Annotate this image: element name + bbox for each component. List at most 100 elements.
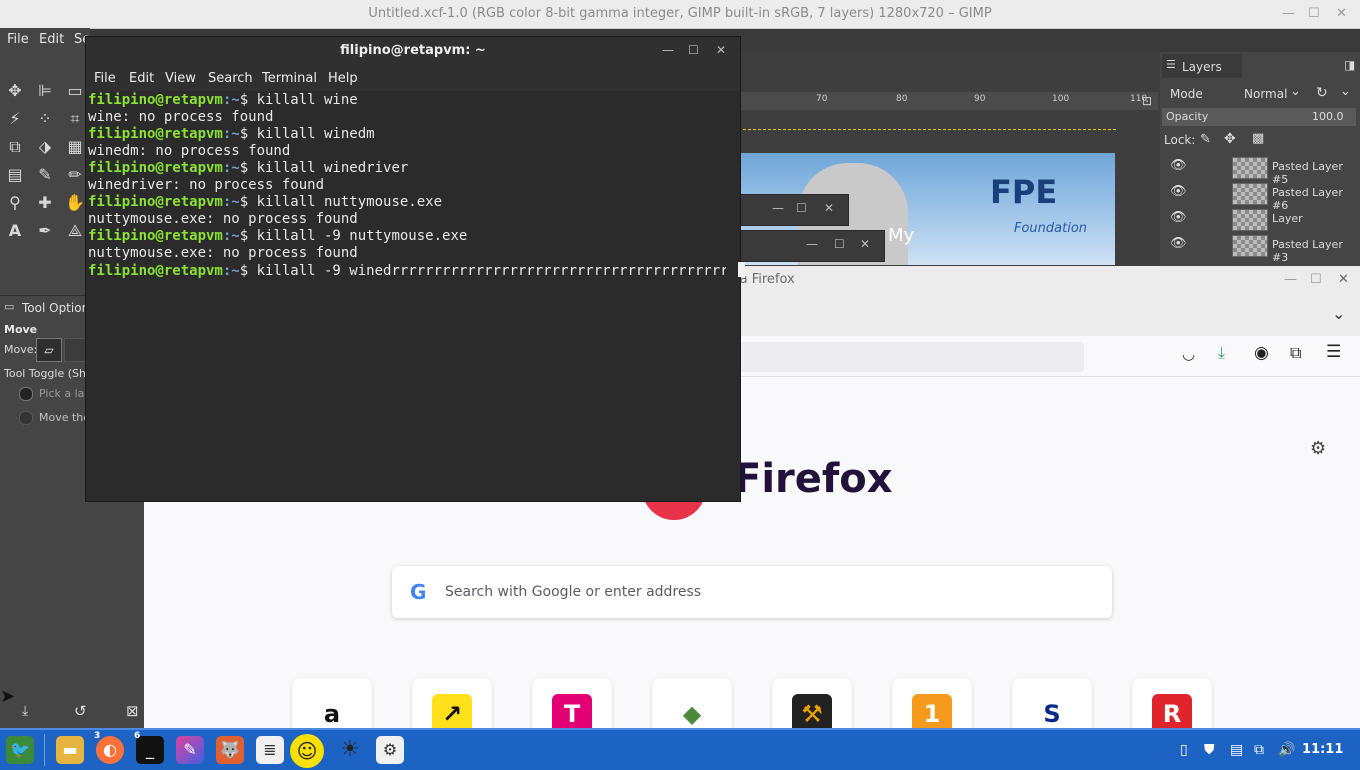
close-icon[interactable]: ✕ xyxy=(716,43,726,57)
fuzzy-select-tool-icon[interactable]: ⚡ xyxy=(4,108,26,130)
tool-name: Move xyxy=(4,323,38,336)
terminal-output[interactable]: filipino@retapvm:~$ killall wine wine: no… xyxy=(88,92,746,497)
gradient-tool-icon[interactable]: ▤ xyxy=(4,164,26,186)
mode-reset-icon[interactable]: ↻ xyxy=(1316,85,1328,101)
align-tool-icon[interactable]: ⊫ xyxy=(34,80,56,102)
clock[interactable]: 11:11 xyxy=(1302,742,1343,757)
terminal-menu-search[interactable]: Search xyxy=(208,71,253,86)
document-tray-icon[interactable]: ▤ xyxy=(1230,742,1243,758)
mode-select[interactable]: Normal xyxy=(1244,87,1287,101)
close-icon[interactable]: ✕ xyxy=(824,201,834,215)
terminal-command-line: filipino@retapvm:~$ killall -9 nuttymous… xyxy=(88,228,724,245)
url-bar[interactable] xyxy=(704,342,1084,372)
terminal-command-line: filipino@retapvm:~$ killall -9 winedrrrr… xyxy=(88,262,746,279)
transform-tool-icon[interactable]: ⧉ xyxy=(4,136,26,158)
lock-alpha-icon[interactable]: ▩ xyxy=(1252,131,1264,146)
tab-layers[interactable]: ☰ Layers xyxy=(1162,54,1242,78)
maximize-icon[interactable]: ☐ xyxy=(1308,6,1320,21)
layer-row[interactable]: 👁 Layer xyxy=(1160,206,1360,232)
settings-gear-icon[interactable]: ⚙ xyxy=(1310,438,1326,459)
layer-row[interactable]: 👁 Pasted Layer #5 xyxy=(1160,154,1360,186)
chevron-down-icon[interactable]: ⌄ xyxy=(1290,84,1301,99)
zoom-nav-icon[interactable]: ⊡ xyxy=(1142,94,1152,108)
layer-row[interactable]: 👁 Pasted Layer #3 xyxy=(1160,232,1360,264)
dock-config-icon[interactable]: ◨ xyxy=(1344,58,1355,72)
terminal-scrollbar[interactable] xyxy=(726,93,738,497)
delete-preset-icon[interactable]: ⊠ xyxy=(126,702,139,720)
text-tool-icon[interactable]: A xyxy=(4,220,26,242)
visibility-eye-icon[interactable]: 👁 xyxy=(1170,158,1187,173)
downloads-icon[interactable]: ⤓ xyxy=(1218,343,1225,363)
shield-tray-icon[interactable]: ⛊ xyxy=(1204,742,1215,758)
clipboard-tray-icon[interactable]: ▯ xyxy=(1180,742,1188,758)
prompt-path: :~ xyxy=(222,126,240,142)
settings-app-icon[interactable]: ⚙ xyxy=(376,736,404,764)
close-icon[interactable]: ✕ xyxy=(860,237,870,251)
smiley-app-icon[interactable]: ☺ xyxy=(290,734,324,768)
reset-icon[interactable]: ↺ xyxy=(74,702,87,720)
terminal-menu-terminal[interactable]: Terminal xyxy=(262,71,317,86)
chevron-down-icon[interactable]: ⌄ xyxy=(1340,84,1351,99)
move-tool-icon[interactable]: ✥ xyxy=(4,80,26,102)
prompt-user: filipino@retapvm xyxy=(88,160,223,176)
extensions-icon[interactable]: ⧉ xyxy=(1290,343,1301,363)
account-icon[interactable]: ◉ xyxy=(1254,343,1269,363)
radio-move-active[interactable] xyxy=(19,411,33,425)
clone-tool-icon[interactable]: ⚲ xyxy=(4,192,26,214)
save-preset-icon[interactable]: ⤓ xyxy=(22,703,28,719)
paintbrush-tool-icon[interactable]: ✎ xyxy=(34,164,56,186)
minimize-icon[interactable]: — xyxy=(806,237,818,251)
select-by-color-tool-icon[interactable]: ⁘ xyxy=(34,108,56,130)
network-tray-icon[interactable]: ⧉ xyxy=(1254,742,1264,758)
tab-list-chevron-icon[interactable]: ⌄ xyxy=(1332,304,1345,323)
terminal-menu-help[interactable]: Help xyxy=(328,71,358,86)
sun-bug-app-icon[interactable]: ☀ xyxy=(336,736,364,764)
maximize-icon[interactable]: ☐ xyxy=(834,237,845,251)
grid-tool-icon[interactable]: ▦ xyxy=(64,136,86,158)
terminal-menu-file[interactable]: File xyxy=(94,71,116,86)
visibility-eye-icon[interactable]: 👁 xyxy=(1170,184,1187,199)
layer-row[interactable]: 👁 Pasted Layer #6 xyxy=(1160,180,1360,212)
visibility-eye-icon[interactable]: 👁 xyxy=(1170,210,1187,225)
close-icon[interactable]: ✕ xyxy=(1336,6,1347,21)
radio-pick-layer[interactable] xyxy=(19,387,33,401)
volume-tray-icon[interactable]: 🔊 xyxy=(1278,742,1295,758)
lock-position-icon[interactable]: ✥ xyxy=(1224,131,1236,147)
gimp-taskbar-icon[interactable]: 🐺 xyxy=(216,736,244,764)
file-manager-icon[interactable]: ▬ xyxy=(56,736,84,764)
minimize-icon[interactable]: — xyxy=(1282,6,1295,21)
command-text: killall -9 winedrrrrrrrrrrrrrrrrrrrrrrrr… xyxy=(256,263,738,279)
smudge-tool-icon[interactable]: ✋ xyxy=(64,192,86,214)
warp-tool-icon[interactable]: ⬗ xyxy=(34,136,56,158)
pencil-tool-icon[interactable]: ✏ xyxy=(64,164,86,186)
pocket-icon[interactable]: ◡ xyxy=(1182,345,1195,363)
close-icon[interactable]: ✕ xyxy=(1338,272,1349,287)
rect-select-tool-icon[interactable]: ▭ xyxy=(64,80,86,102)
minimize-icon[interactable]: — xyxy=(1284,272,1297,287)
move-layer-toggle[interactable]: ▱ xyxy=(36,338,62,362)
heal-tool-icon[interactable]: ✚ xyxy=(34,192,56,214)
text-editor-icon[interactable]: ≣ xyxy=(256,736,284,764)
search-box[interactable]: G Search with Google or enter address xyxy=(392,566,1112,618)
tool-options-header[interactable]: Tool Option xyxy=(22,301,89,315)
terminal-menu-edit[interactable]: Edit xyxy=(129,71,154,86)
prompt-user: filipino@retapvm xyxy=(88,92,223,108)
lock-pixels-icon[interactable]: ✎ xyxy=(1200,132,1211,147)
visibility-eye-icon[interactable]: 👁 xyxy=(1170,236,1187,251)
maximize-icon[interactable]: ☐ xyxy=(688,43,699,57)
gimp-menu-file[interactable]: File xyxy=(7,32,29,47)
maximize-icon[interactable]: ☐ xyxy=(796,201,807,215)
minimize-icon[interactable]: — xyxy=(662,43,674,57)
color-picker-tool-icon[interactable]: ✒ xyxy=(34,220,56,242)
prompt-path: :~ xyxy=(222,92,240,108)
start-menu-angry-bird-icon[interactable]: 🐦 xyxy=(6,736,34,764)
drawing-app-icon[interactable]: ✎ xyxy=(176,736,204,764)
maximize-icon[interactable]: ☐ xyxy=(1310,272,1322,287)
path-tool-icon[interactable]: ⟁ xyxy=(64,220,86,242)
gimp-menu-edit[interactable]: Edit xyxy=(39,32,64,47)
crop-tool-icon[interactable]: ⌗ xyxy=(64,108,86,130)
hamburger-menu-icon[interactable]: ☰ xyxy=(1326,342,1341,362)
minimize-icon[interactable]: — xyxy=(772,201,784,215)
opacity-slider[interactable]: Opacity 100.0 xyxy=(1162,108,1356,126)
terminal-menu-view[interactable]: View xyxy=(165,71,196,86)
